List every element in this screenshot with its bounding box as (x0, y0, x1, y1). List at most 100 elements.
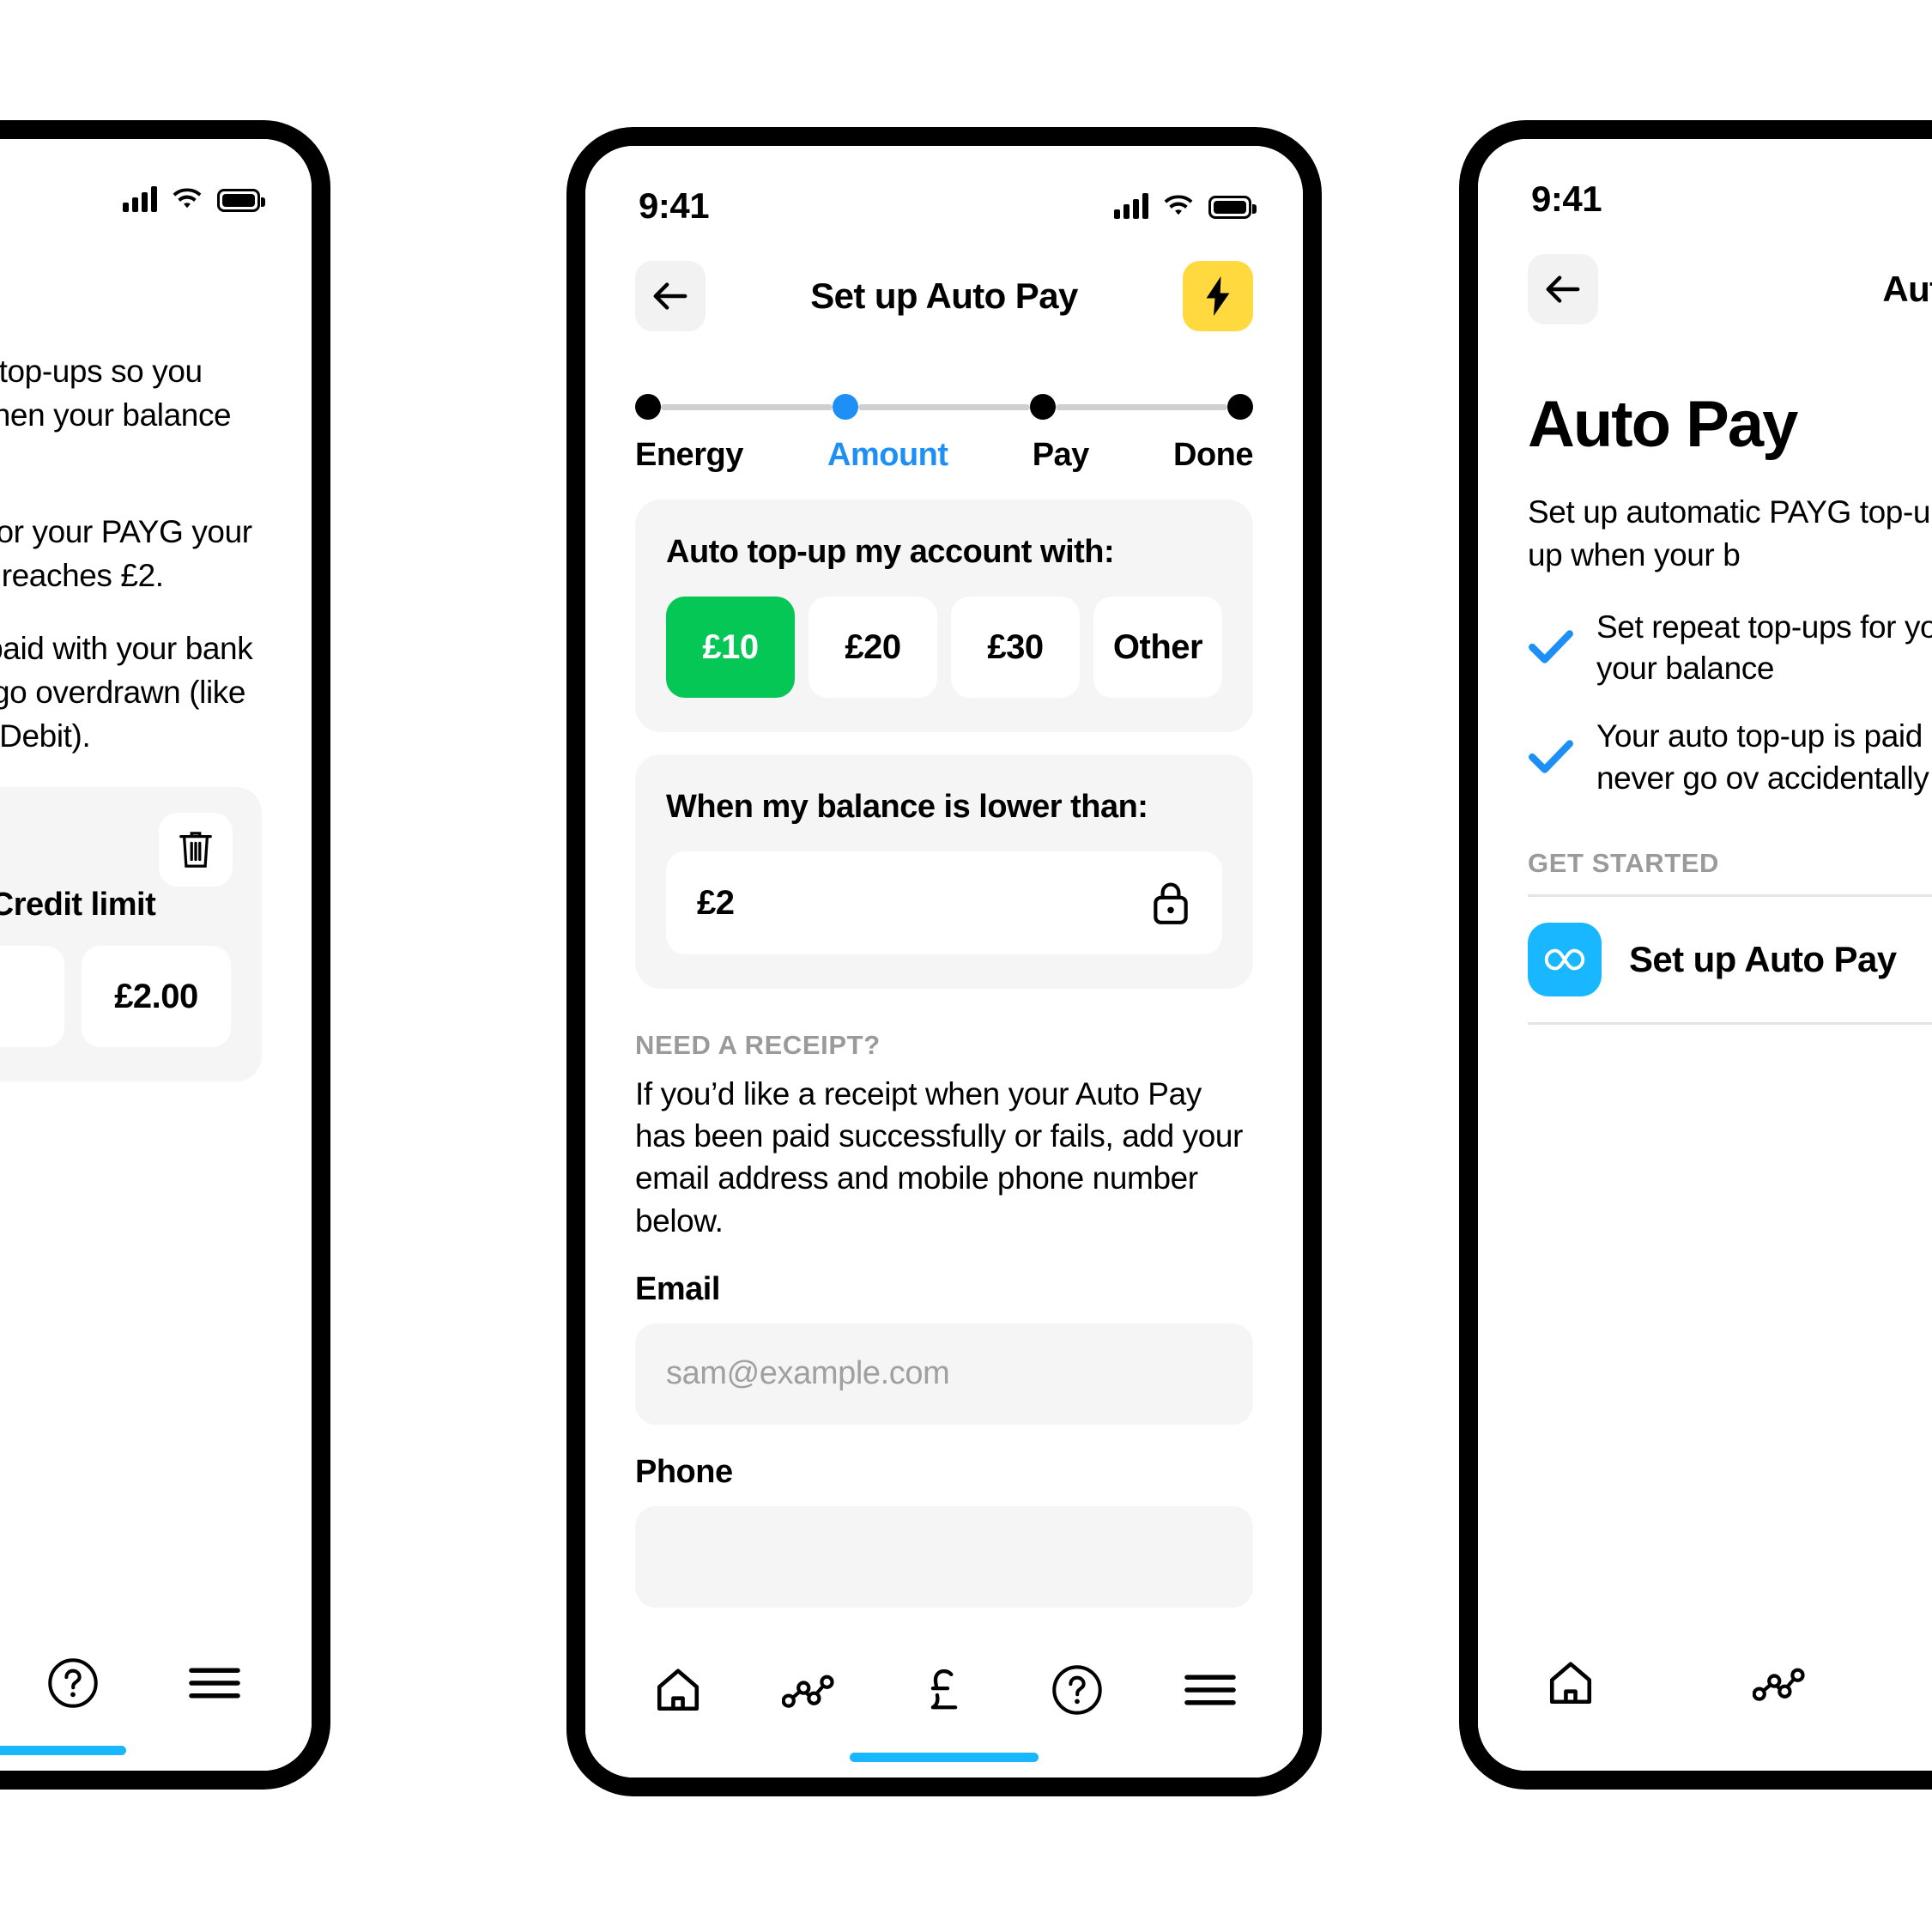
benefit-text: Your auto top-up is paid card, so you’ll… (1596, 718, 1932, 796)
stepper-line-1 (661, 403, 833, 410)
status-icons (1114, 192, 1257, 219)
step-dot-pay[interactable] (1030, 394, 1056, 420)
screen-middle: 9:41 Set up Auto Pay Energy Amount Pay D… (585, 146, 1303, 1778)
list-item: Your auto top-up is paid card, so you’ll… (1528, 716, 1932, 800)
trash-icon (179, 832, 212, 869)
stepper-line-2 (858, 403, 1030, 410)
signal-bars-icon (1114, 192, 1148, 219)
tab-bar-right (1478, 1625, 1932, 1771)
step-dot-done[interactable] (1227, 394, 1253, 420)
tab-menu[interactable] (173, 1642, 256, 1724)
nav-bar-right: Auto Pay (1478, 229, 1932, 349)
amount-card-title: Auto top-up my account with: (666, 534, 1115, 570)
status-bar-middle: 9:41 (585, 146, 1303, 236)
check-icon (1528, 628, 1574, 669)
screenshot-canvas: Auto Pay c PAYG top-ups so you never whe… (0, 0, 1932, 1932)
status-icons (123, 185, 265, 212)
lock-icon (1154, 882, 1188, 924)
nav-bar-middle: Set up Auto Pay (585, 236, 1303, 356)
progress-stepper: Energy Amount Pay Done (585, 356, 1303, 474)
tab-home[interactable] (637, 1649, 719, 1731)
credit-limit-partial-box[interactable] (0, 946, 64, 1048)
threshold-card-title: When my balance is lower than: (666, 789, 1148, 825)
back-button[interactable] (1528, 254, 1598, 324)
tab-help[interactable] (32, 1642, 114, 1724)
intro-text: Set up automatic PAYG top-u forget to to… (1528, 494, 1932, 573)
stepper-track (635, 394, 1253, 420)
phone-label: Phone (635, 1453, 733, 1490)
threshold-field[interactable]: £2 (666, 851, 1222, 954)
back-arrow-icon (1546, 276, 1580, 303)
amount-option-10[interactable]: £10 (666, 597, 795, 698)
amount-options: £10 £20 £30 Other (666, 597, 1222, 698)
tab-bar-middle (585, 1632, 1303, 1778)
infinity-icon (1528, 922, 1602, 996)
amount-option-20[interactable]: £20 (809, 597, 937, 698)
credit-limit-fields: £2.00 (0, 946, 231, 1048)
wifi-icon (173, 187, 202, 208)
help-icon (48, 1658, 98, 1708)
email-input[interactable]: sam@example.com (635, 1323, 1253, 1425)
tab-usage[interactable] (770, 1649, 852, 1731)
page-title: Auto Pay (0, 269, 312, 310)
status-bar-right: 9:41 (1478, 139, 1932, 229)
divider (1528, 1021, 1932, 1025)
amount-option-other[interactable]: Other (1093, 597, 1222, 698)
threshold-value: £2 (697, 883, 735, 922)
usage-chart-icon (1753, 1668, 1805, 1701)
tab-usage[interactable] (1741, 1642, 1823, 1724)
phone-right: 9:41 Auto Pay Auto Pay Set up automatic … (1459, 120, 1932, 1790)
credit-limit-card: Credit limit £2.00 (0, 787, 262, 1082)
step-dot-energy[interactable] (635, 394, 661, 420)
pound-icon (930, 1669, 958, 1710)
menu-icon (189, 1668, 241, 1699)
check-icon (1528, 738, 1574, 778)
left-body-text: c PAYG top-ups so you never when your ba… (0, 349, 312, 1082)
left-paragraph-2: op-ups for your PAYG your balance reache… (0, 514, 252, 594)
page-title: Auto Pay (1882, 269, 1932, 309)
phone-middle: 9:41 Set up Auto Pay Energy Amount Pay D… (566, 127, 1322, 1796)
email-label: Email (635, 1270, 720, 1307)
step-label-energy: Energy (635, 437, 743, 473)
tab-payments[interactable] (903, 1649, 985, 1731)
step-dot-amount[interactable] (833, 394, 858, 420)
screen-left: Auto Pay c PAYG top-ups so you never whe… (0, 139, 312, 1771)
status-bar-left (0, 139, 312, 229)
receipt-eyebrow: NEED A RECEIPT? (635, 1030, 881, 1060)
wifi-icon (1164, 194, 1193, 215)
setup-auto-pay-row[interactable]: Set up Auto Pay (1478, 897, 1932, 1022)
signal-bars-icon (123, 185, 157, 212)
setup-auto-pay-label: Set up Auto Pay (1629, 938, 1897, 979)
credit-limit-value[interactable]: £2.00 (82, 946, 231, 1048)
home-indicator (0, 1746, 126, 1755)
screen-right: 9:41 Auto Pay Auto Pay Set up automatic … (1478, 139, 1932, 1771)
amount-option-30[interactable]: £30 (951, 597, 1080, 698)
home-icon (1549, 1662, 1592, 1705)
receipt-body: If you’d like a receipt when your Auto P… (635, 1076, 1244, 1239)
step-label-pay: Pay (1032, 437, 1090, 473)
section-label: GET STARTED (1528, 847, 1720, 878)
boost-button[interactable] (1183, 261, 1253, 331)
nav-bar-left: Auto Pay (0, 229, 312, 349)
tab-home[interactable] (1529, 1642, 1612, 1724)
lightning-bolt-icon (1206, 276, 1230, 317)
status-clock: 9:41 (1531, 178, 1602, 219)
left-paragraph-3: p-up is paid with your bank ll never go … (0, 631, 253, 754)
home-indicator (850, 1753, 1039, 1762)
step-label-amount: Amount (827, 437, 948, 473)
threshold-card: When my balance is lower than: £2 (635, 754, 1253, 989)
phone-input[interactable] (635, 1505, 1253, 1608)
page-heading: Auto Pay (1528, 388, 1798, 461)
menu-icon (1184, 1675, 1237, 1705)
back-arrow-icon (653, 282, 687, 310)
credit-limit-label: Credit limit (0, 887, 156, 924)
help-icon (1052, 1665, 1102, 1715)
back-button[interactable] (635, 261, 706, 331)
benefit-text: Set repeat top-ups for yo meter when you… (1596, 609, 1932, 687)
tab-help[interactable] (1036, 1649, 1118, 1731)
tab-menu[interactable] (1169, 1649, 1251, 1731)
delete-button[interactable] (159, 813, 233, 887)
step-label-done: Done (1173, 437, 1254, 473)
stepper-line-3 (1056, 403, 1227, 410)
